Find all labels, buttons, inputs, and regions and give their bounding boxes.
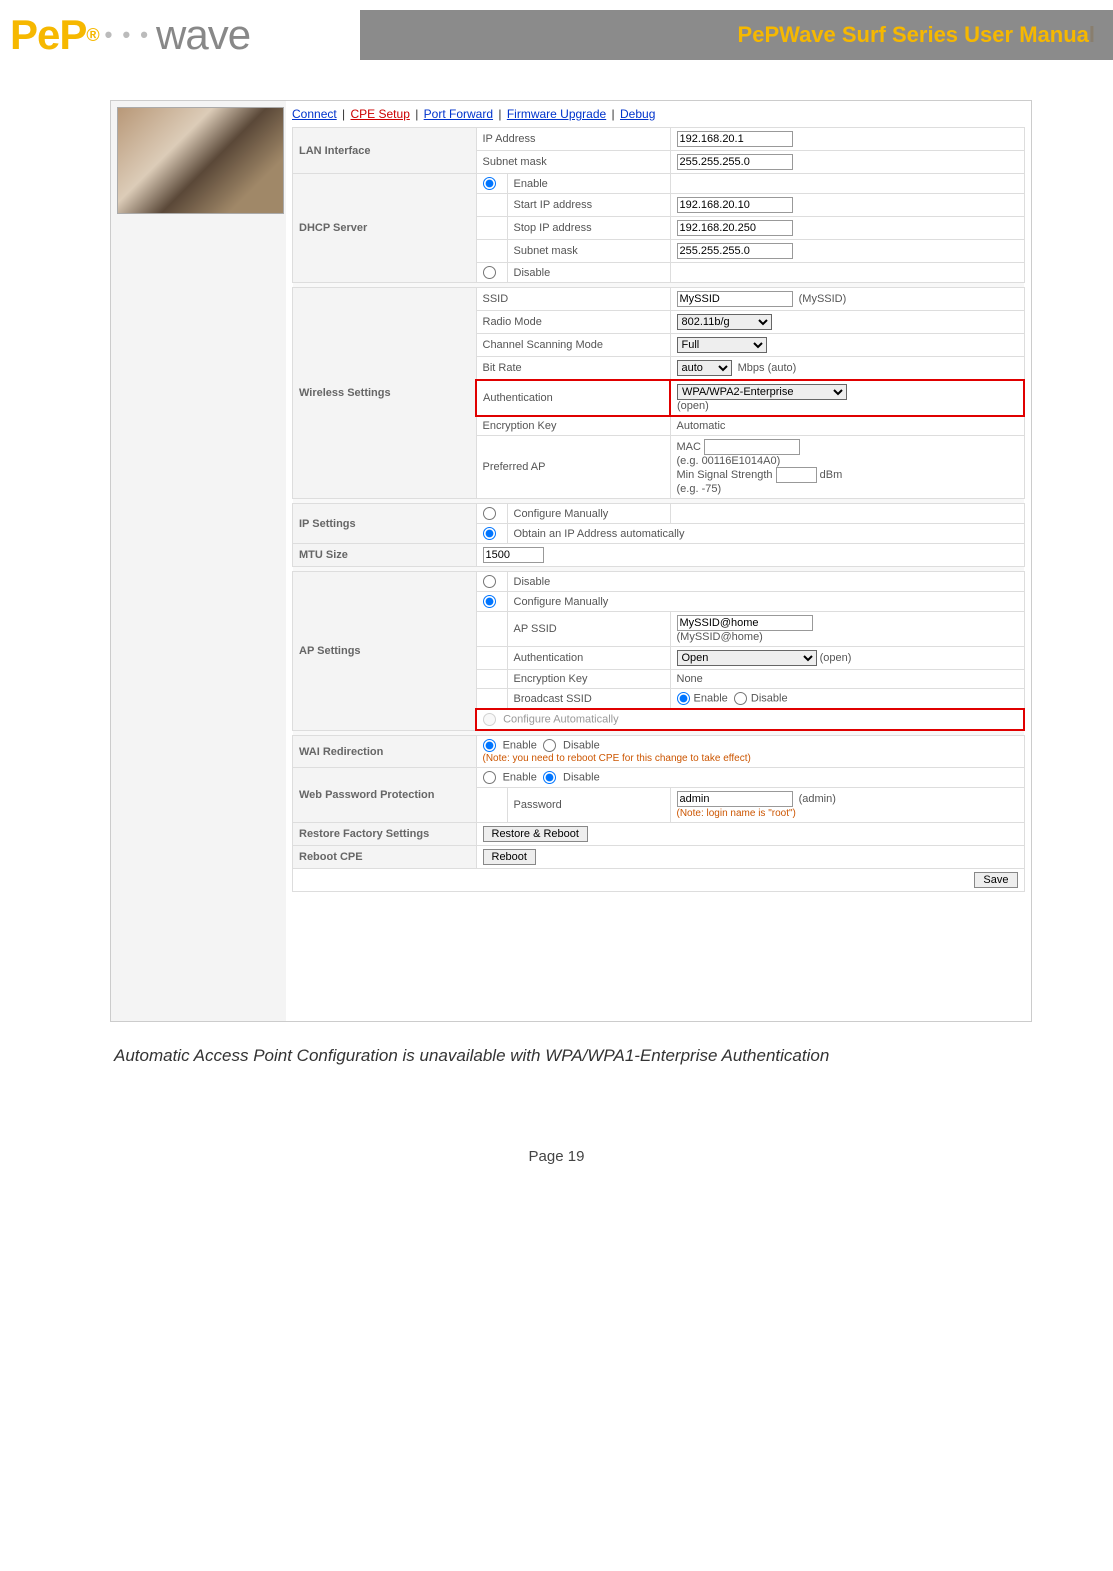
ap-bcast-label: Broadcast SSID xyxy=(507,689,670,710)
wifi-pref-label: Preferred AP xyxy=(476,436,670,499)
reboot-button[interactable]: Reboot xyxy=(483,849,536,865)
caption-text: Automatic Access Point Configuration is … xyxy=(110,1022,1043,1068)
wifi-auth-label: Authentication xyxy=(476,380,670,416)
ap-enc-value: None xyxy=(670,670,1024,689)
ap-manual-label: Configure Manually xyxy=(507,592,1024,612)
wifi-mac-input[interactable] xyxy=(704,439,800,455)
screenshot-frame: Connect | CPE Setup | Port Forward | Fir… xyxy=(110,100,1032,1022)
wifi-signal-input[interactable] xyxy=(776,467,817,483)
wai-enable-radio[interactable] xyxy=(483,739,496,752)
lan-mask-input[interactable] xyxy=(677,154,793,170)
section-wai: WAI Redirection xyxy=(293,736,477,768)
section-wireless: Wireless Settings xyxy=(293,288,477,499)
dhcp-disable-radio[interactable] xyxy=(483,266,496,279)
wifi-auth-note: (open) xyxy=(677,400,709,412)
restore-button[interactable]: Restore & Reboot xyxy=(483,826,588,842)
ip-auto-radio[interactable] xyxy=(483,527,496,540)
ap-auth-label: Authentication xyxy=(507,647,670,670)
section-pwd: Web Password Protection xyxy=(293,768,477,823)
sidebar xyxy=(111,101,286,1021)
tab-connect[interactable]: Connect xyxy=(292,107,337,121)
dhcp-start-label: Start IP address xyxy=(507,194,670,217)
wifi-scan-select[interactable]: Full xyxy=(677,337,767,353)
dhcp-mask-input[interactable] xyxy=(677,243,793,259)
wifi-pref-value: MAC (e.g. 00116E1014A0) Min Signal Stren… xyxy=(670,436,1024,499)
header-title: PePWave Surf Series User Manual xyxy=(360,10,1113,60)
tab-bar: Connect | CPE Setup | Port Forward | Fir… xyxy=(292,105,1025,127)
wifi-enc-label: Encryption Key xyxy=(476,416,670,436)
mtu-input[interactable] xyxy=(483,547,544,563)
page-footer: Page 19 xyxy=(0,1068,1113,1185)
pwd-disable-radio[interactable] xyxy=(543,771,556,784)
wifi-scan-label: Channel Scanning Mode xyxy=(476,334,670,357)
section-reboot: Reboot CPE xyxy=(293,846,477,869)
dhcp-mask-label: Subnet mask xyxy=(507,240,670,263)
section-ip: IP Settings xyxy=(293,504,477,544)
ap-disable-radio[interactable] xyxy=(483,575,496,588)
ap-auto-radio xyxy=(483,713,496,726)
section-dhcp: DHCP Server xyxy=(293,174,477,283)
ap-auth-select[interactable]: Open xyxy=(677,650,817,666)
lan-mask-label: Subnet mask xyxy=(476,151,670,174)
wai-note: (Note: you need to reboot CPE for this c… xyxy=(483,753,751,764)
dhcp-enable-radio[interactable] xyxy=(483,177,496,190)
pwd-label: Password xyxy=(507,788,670,823)
wifi-ssid-label: SSID xyxy=(476,288,670,311)
ap-ssid-note: (MySSID@home) xyxy=(677,631,763,643)
dhcp-start-input[interactable] xyxy=(677,197,793,213)
ap-manual-radio[interactable] xyxy=(483,595,496,608)
logo: PeP®• • •wave xyxy=(0,0,360,70)
sidebar-photo xyxy=(117,107,284,214)
ap-bcast-disable-radio[interactable] xyxy=(734,692,747,705)
dhcp-disable-label: Disable xyxy=(507,263,670,283)
wifi-radio-select[interactable]: 802.11b/g xyxy=(677,314,772,330)
wifi-enc-value: Automatic xyxy=(670,416,1024,436)
ap-ssid-input[interactable] xyxy=(677,615,813,631)
wifi-radio-label: Radio Mode xyxy=(476,311,670,334)
wifi-bitrate-select[interactable]: auto xyxy=(677,360,732,376)
pwd-input[interactable] xyxy=(677,791,793,807)
wifi-ssid-note: (MySSID) xyxy=(799,293,847,305)
section-ap: AP Settings xyxy=(293,572,477,731)
wifi-bitrate-label: Bit Rate xyxy=(476,357,670,381)
ap-disable-label: Disable xyxy=(507,572,1024,592)
save-button[interactable]: Save xyxy=(974,872,1017,888)
dhcp-enable-label: Enable xyxy=(507,174,670,194)
dhcp-stop-input[interactable] xyxy=(677,220,793,236)
ip-manual-label: Configure Manually xyxy=(507,504,670,524)
wifi-auth-select[interactable]: WPA/WPA2-Enterprise xyxy=(677,384,847,400)
ap-enc-label: Encryption Key xyxy=(507,670,670,689)
dhcp-stop-label: Stop IP address xyxy=(507,217,670,240)
section-mtu: MTU Size xyxy=(293,544,477,567)
tab-cpe-setup[interactable]: CPE Setup xyxy=(351,107,410,121)
page-header: PeP®• • •wave PePWave Surf Series User M… xyxy=(0,0,1113,70)
wifi-ssid-input[interactable] xyxy=(677,291,793,307)
tab-firmware[interactable]: Firmware Upgrade xyxy=(507,107,606,121)
pwd-enable-radio[interactable] xyxy=(483,771,496,784)
ap-auth-note: (open) xyxy=(820,652,852,664)
lan-ip-input[interactable] xyxy=(677,131,793,147)
pwd-hint: (Note: login name is "root") xyxy=(677,808,796,819)
lan-ip-label: IP Address xyxy=(476,128,670,151)
ip-manual-radio[interactable] xyxy=(483,507,496,520)
wai-disable-radio[interactable] xyxy=(543,739,556,752)
ap-ssid-label: AP SSID xyxy=(507,612,670,647)
section-lan: LAN Interface xyxy=(293,128,477,174)
section-restore: Restore Factory Settings xyxy=(293,823,477,846)
wifi-bitrate-note: Mbps (auto) xyxy=(738,362,797,374)
ap-bcast-enable-radio[interactable] xyxy=(677,692,690,705)
ap-auto-label: Configure Automatically xyxy=(503,713,619,725)
tab-debug[interactable]: Debug xyxy=(620,107,655,121)
ip-auto-label: Obtain an IP Address automatically xyxy=(507,524,1024,544)
tab-port-forward[interactable]: Port Forward xyxy=(424,107,493,121)
pwd-note: (admin) xyxy=(799,793,836,805)
